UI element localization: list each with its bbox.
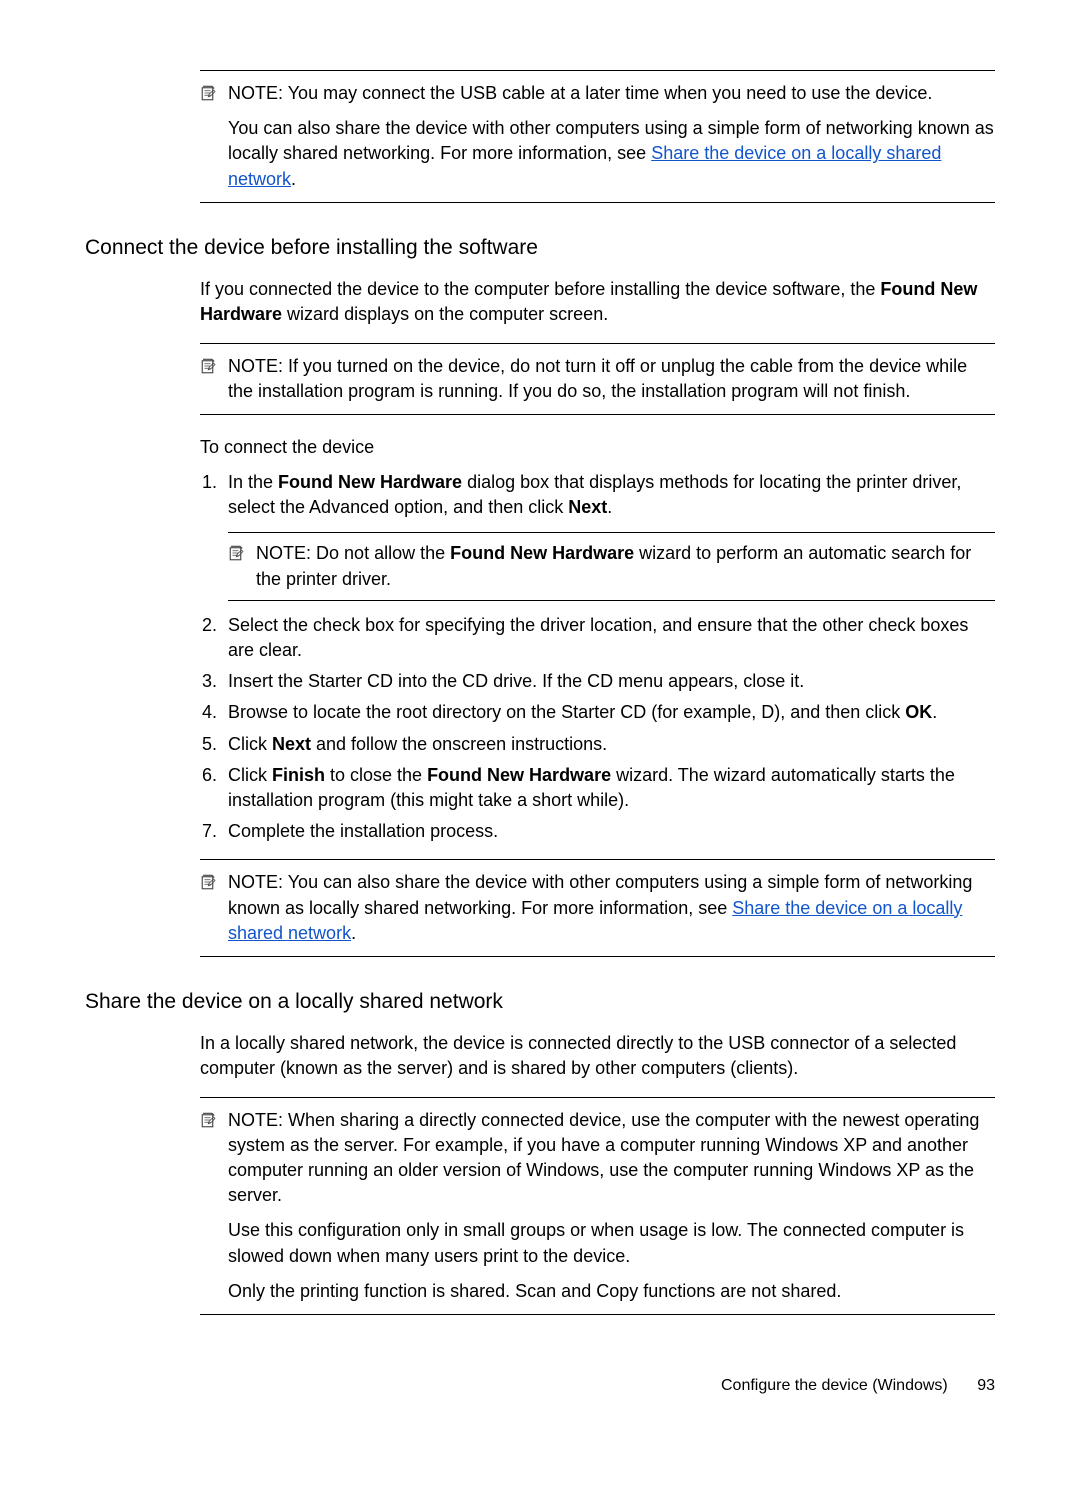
note-icon: [200, 1111, 218, 1129]
note-box-3: NOTE: You can also share the device with…: [200, 859, 995, 957]
note-text: NOTE: You may connect the USB cable at a…: [228, 81, 995, 106]
step-1: In the Found New Hardware dialog box tha…: [222, 470, 995, 601]
note-icon: [200, 873, 218, 891]
note-text: NOTE: If you turned on the device, do no…: [228, 354, 995, 404]
para-share-intro: In a locally shared network, the device …: [200, 1031, 995, 1081]
page-number: 93: [977, 1377, 995, 1394]
step-3: Insert the Starter CD into the CD drive.…: [222, 669, 995, 694]
step-4: Browse to locate the root directory on t…: [222, 700, 995, 725]
heading-share-device: Share the device on a locally shared net…: [85, 987, 995, 1016]
note-box-1: NOTE: You may connect the USB cable at a…: [200, 70, 995, 203]
step-2: Select the check box for specifying the …: [222, 613, 995, 663]
step-7: Complete the installation process.: [222, 819, 995, 844]
step-6: Click Finish to close the Found New Hard…: [222, 763, 995, 813]
sub-heading-to-connect: To connect the device: [200, 435, 995, 460]
note-icon: [228, 544, 246, 562]
para-connect-device-intro: If you connected the device to the compu…: [200, 277, 995, 327]
note-text: NOTE: You can also share the device with…: [228, 870, 995, 946]
note-box-2: NOTE: If you turned on the device, do no…: [200, 343, 995, 415]
step-5: Click Next and follow the onscreen instr…: [222, 732, 995, 757]
note-box-4: NOTE: When sharing a directly connected …: [200, 1097, 995, 1315]
footer: Configure the device (Windows) 93: [85, 1375, 995, 1397]
note-icon: [200, 84, 218, 102]
footer-text: Configure the device (Windows): [721, 1377, 948, 1394]
note-icon: [200, 357, 218, 375]
note-text: NOTE: When sharing a directly connected …: [228, 1108, 995, 1209]
heading-connect-device: Connect the device before installing the…: [85, 233, 995, 262]
steps-list: In the Found New Hardware dialog box tha…: [200, 470, 995, 844]
nested-note-step1: NOTE: Do not allow the Found New Hardwar…: [228, 532, 995, 600]
